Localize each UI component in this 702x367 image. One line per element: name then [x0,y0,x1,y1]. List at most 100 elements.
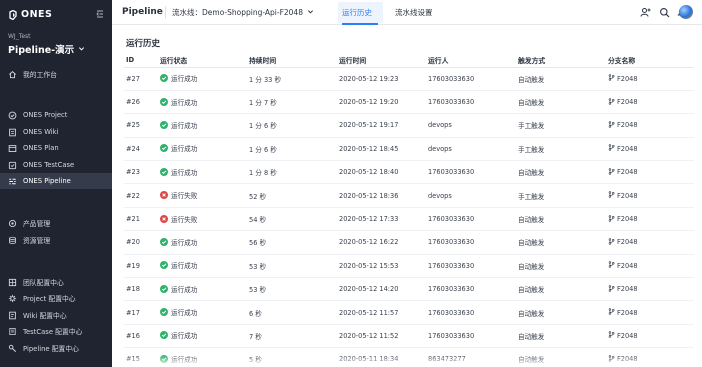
run-id[interactable]: #26 [124,90,160,115]
run-user: 17603033630 [428,324,518,349]
run-user: 17603033630 [428,277,518,302]
run-status: 运行成功 [171,145,198,154]
table-row[interactable]: #25 运行成功 1 分 6 秒 2020-05-12 19:17 devops 手工触发… [124,113,694,138]
git-branch-icon [608,144,615,153]
table-row[interactable]: #27 运行成功 1 分 33 秒 2020-05-12 19:23 176030336… [124,67,694,91]
logo[interactable]: ONES [8,9,52,20]
run-status: 运行成功 [171,121,198,130]
user-avatar[interactable] [679,5,693,19]
table-row[interactable]: #20 运行成功 56 秒 2020-05-12 16:22 17603033630 自动… [124,230,694,255]
sidebar-item-label: Wiki 配置中心 [23,312,67,320]
search-icon[interactable] [659,7,670,18]
run-branch[interactable]: F2048 [617,75,638,83]
run-branch[interactable]: F2048 [617,145,638,153]
run-time: 2020-05-12 14:20 [339,277,428,302]
run-status-cell: 运行失败 [160,183,249,208]
run-time: 2020-05-12 11:52 [339,324,428,349]
run-status-cell: 运行成功 [160,113,249,138]
run-id[interactable]: #17 [124,300,160,325]
sidebar-item-resource-management[interactable]: 资源管理 [0,232,112,248]
scroll-fade [112,355,702,367]
run-branch-cell: F2048 [608,137,694,162]
run-id[interactable]: #24 [124,137,160,162]
run-id[interactable]: #20 [124,230,160,255]
sidebar-item-ones-pipeline[interactable]: ONES Pipeline [0,173,112,189]
run-branch[interactable]: F2048 [617,262,638,270]
run-trigger: 自动触发 [518,67,608,91]
tab-run-history[interactable]: 运行历史 [342,7,372,18]
run-trigger: 自动触发 [518,277,608,302]
run-user: 17603033630 [428,254,518,279]
run-branch-cell: F2048 [608,160,694,185]
run-status-cell: 运行成功 [160,90,249,115]
run-branch[interactable]: F2048 [617,285,638,293]
sidebar-item-ones-project[interactable]: ONES Project [0,107,112,123]
chevron-down-icon [78,44,85,55]
run-branch[interactable]: F2048 [617,192,638,200]
run-branch[interactable]: F2048 [617,168,638,176]
run-branch[interactable]: F2048 [617,309,638,317]
run-branch[interactable]: F2048 [617,238,638,246]
run-branch[interactable]: F2048 [617,98,638,106]
table-row[interactable]: #26 运行成功 1 分 7 秒 2020-05-12 19:20 1760303363… [124,90,694,115]
sidebar-item-ones-plan[interactable]: ONES Plan [0,140,112,156]
git-branch-icon [608,74,615,83]
run-branch[interactable]: F2048 [617,215,638,223]
run-trigger: 手工触发 [518,113,608,138]
sidebar-item-workspace[interactable]: 我的工作台 [0,66,112,82]
run-id[interactable]: #22 [124,183,160,208]
run-status: 运行成功 [171,262,198,271]
sidebar-item-ones-testcase[interactable]: ONES TestCase [0,157,112,173]
table-row[interactable]: #22 运行失败 52 秒 2020-05-12 18:36 devops 手工触发 F20… [124,183,694,208]
sidebar-item-wiki-config[interactable]: Wiki 配置中心 [0,307,112,323]
success-check-icon [160,308,168,317]
sidebar-item-label: ONES Pipeline [23,177,71,185]
table-row[interactable]: #18 运行成功 53 秒 2020-05-12 14:20 17603033630 自动… [124,277,694,302]
run-id[interactable]: #19 [124,254,160,279]
git-branch-icon [608,121,615,130]
run-branch-cell: F2048 [608,207,694,232]
table-row[interactable]: #24 运行成功 1 分 6 秒 2020-05-12 18:45 devops 手工触发… [124,137,694,162]
success-check-icon [160,284,168,293]
header-divider [165,6,166,19]
run-id[interactable]: #21 [124,207,160,232]
run-id[interactable]: #16 [124,324,160,349]
run-status: 运行成功 [171,168,198,177]
sidebar-item-team-config[interactable]: 团队配置中心 [0,274,112,290]
sidebar-item-product-management[interactable]: 产品管理 [0,215,112,231]
pipeline-selector[interactable]: 流水线：Demo-Shopping-Api-F2048 [172,7,314,18]
table-row[interactable]: #17 运行成功 6 秒 2020-05-12 11:57 17603033630 自动触… [124,300,694,325]
success-check-icon [160,144,168,153]
success-check-icon [160,331,168,340]
run-duration: 54 秒 [249,207,339,232]
sidebar-item-pipeline-config[interactable]: Pipeline 配置中心 [0,340,112,356]
run-id[interactable]: #25 [124,113,160,138]
run-status-cell: 运行成功 [160,230,249,255]
pipeline-icon [8,177,17,186]
run-trigger: 自动触发 [518,160,608,185]
table-row[interactable]: #16 运行成功 7 秒 2020-05-12 11:52 17603033630 自动触… [124,324,694,349]
sidebar-item-label: 产品管理 [23,220,51,228]
tab-pipeline-settings[interactable]: 流水线设置 [395,7,433,18]
sidebar-item-ones-wiki[interactable]: ONES Wiki [0,124,112,140]
run-id[interactable]: #18 [124,277,160,302]
table-row[interactable]: #21 运行失败 54 秒 2020-05-12 17:33 17603033630 自动… [124,207,694,232]
table-row[interactable]: #19 运行成功 53 秒 2020-05-12 15:53 17603033630 自动… [124,254,694,279]
table-row[interactable]: #23 运行成功 1 分 8 秒 2020-05-12 18:40 1760303363… [124,160,694,185]
run-id[interactable]: #23 [124,160,160,185]
run-branch[interactable]: F2048 [617,332,638,340]
sidebar-item-project-config[interactable]: Project 配置中心 [0,290,112,306]
sidebar-item-testcase-config[interactable]: TestCase 配置中心 [0,323,112,339]
brand-name: ONES [21,9,53,20]
run-branch-cell: F2048 [608,254,694,279]
sidebar-item-label: TestCase 配置中心 [23,328,83,336]
collapse-sidebar-icon[interactable] [95,9,105,19]
project-switcher[interactable]: Pipeline-演示 [8,42,85,56]
add-member-icon[interactable] [640,7,651,18]
run-branch[interactable]: F2048 [617,121,638,129]
sidebar-item-label: ONES Plan [23,144,59,152]
team-name: WJ_Test [8,33,31,40]
run-id[interactable]: #27 [124,67,160,91]
run-user: devops [428,137,518,162]
top-header: Pipeline 流水线：Demo-Shopping-Api-F2048 运行历… [112,0,702,25]
